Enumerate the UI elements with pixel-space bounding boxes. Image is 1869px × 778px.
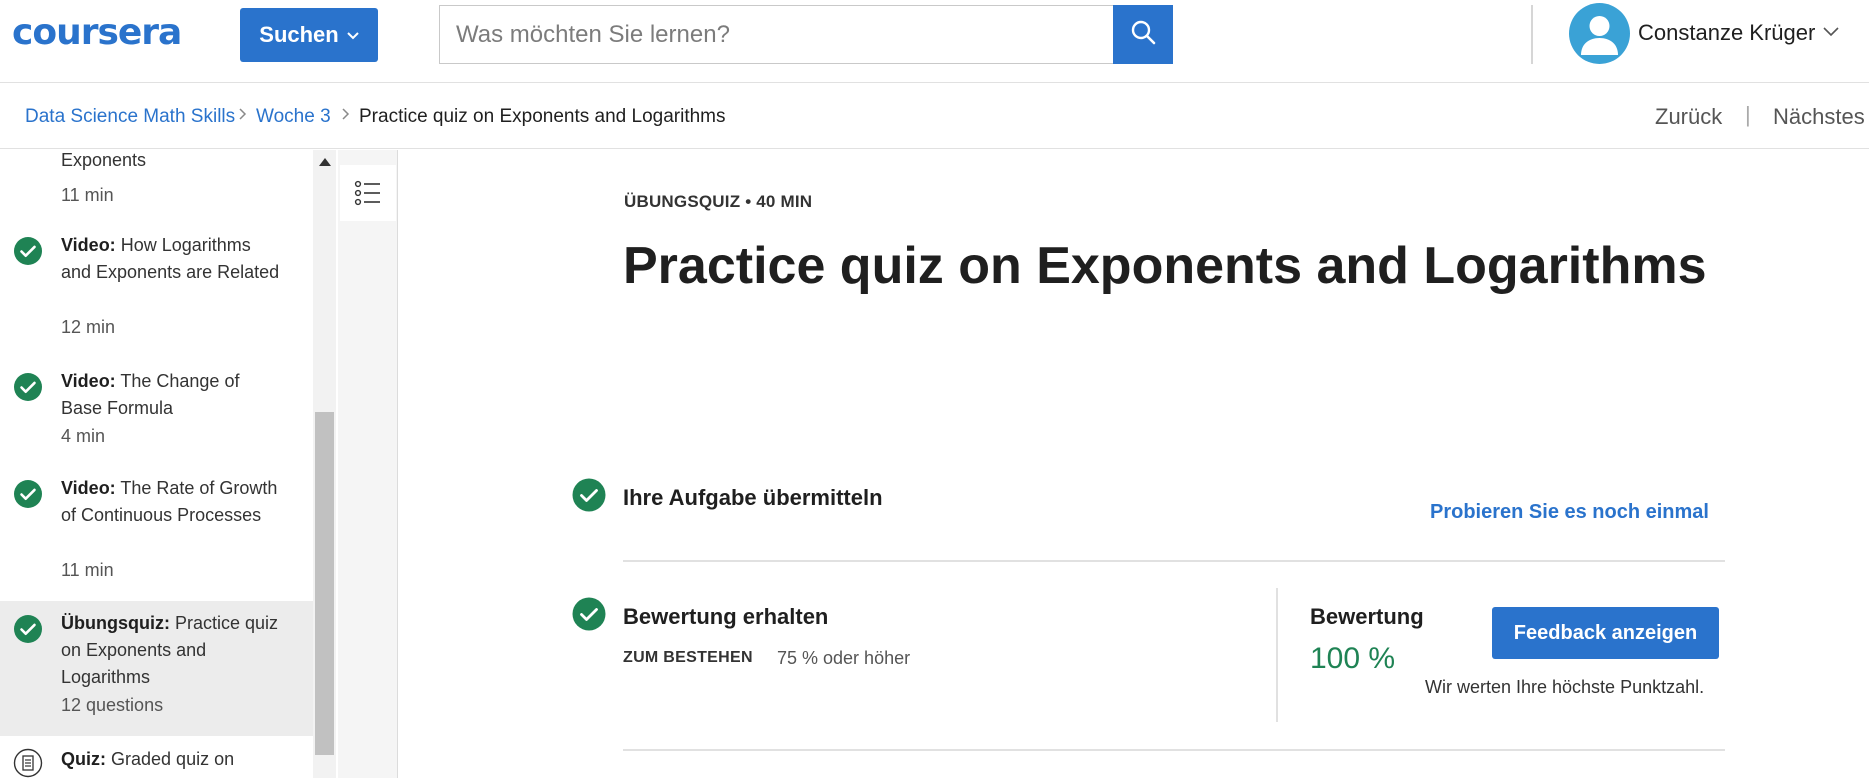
breadcrumb-week[interactable]: Woche 3: [256, 106, 331, 128]
sidebar-item-active[interactable]: Übungsquiz: Practice quiz on Exponents a…: [0, 601, 313, 736]
grade-label: Bewertung: [1310, 604, 1424, 629]
list-icon: [354, 180, 380, 206]
next-button[interactable]: Nächstes: [1773, 104, 1865, 130]
grade-value: 100 %: [1310, 642, 1396, 675]
breadcrumb-course[interactable]: Data Science Math Skills: [25, 106, 235, 128]
chevron-down-icon[interactable]: [1823, 24, 1839, 42]
user-icon: [1581, 16, 1618, 55]
search-submit-button[interactable]: [1113, 5, 1173, 64]
sidebar-item-type: Video:: [61, 235, 116, 255]
divider: [623, 749, 1725, 751]
sidebar-item[interactable]: Video: How Logarithms and Exponents are …: [0, 232, 313, 344]
sidebar-item-title: Graded quiz on: [111, 749, 235, 769]
sidebar-item-duration: 11 min: [61, 560, 114, 580]
browse-button[interactable]: Suchen: [240, 8, 378, 62]
user-name[interactable]: Constanze Krüger: [1638, 20, 1815, 46]
breadcrumb-current: Practice quiz on Exponents and Logarithm…: [359, 106, 726, 127]
sidebar-item[interactable]: Exponents 11 min: [0, 150, 313, 210]
sidebar-item-duration: 12 min: [61, 317, 116, 337]
sidebar-item-duration: 4 min: [61, 426, 106, 446]
sidebar-item-type: Video:: [61, 371, 116, 391]
check-circle-icon: [14, 373, 42, 401]
scroll-up-arrow-icon[interactable]: [319, 158, 331, 166]
divider: [623, 560, 1725, 562]
sidebar-item[interactable]: Video: The Change of Base Formula 4 min: [0, 368, 313, 458]
search-icon: [1130, 19, 1156, 50]
view-feedback-button[interactable]: Feedback anzeigen: [1492, 607, 1719, 659]
top-navbar: coursera Suchen Constanze Krüger: [0, 0, 1869, 83]
check-circle-icon: [572, 597, 606, 631]
breadcrumb: Data Science Math Skills Woche 3 Practic…: [0, 83, 1869, 149]
chevron-right-icon: [341, 105, 351, 126]
passing-label: ZUM BESTEHEN: [623, 649, 753, 666]
sidebar-item-type: Video:: [61, 478, 116, 498]
scrollbar-thumb[interactable]: [315, 412, 334, 755]
previous-button[interactable]: Zurück: [1655, 104, 1722, 130]
check-circle-icon: [14, 237, 42, 265]
chevron-right-icon: [238, 105, 248, 126]
coursera-logo[interactable]: coursera: [12, 12, 182, 53]
passing-value: 75 % oder höher: [777, 648, 911, 668]
sidebar-item[interactable]: Quiz: Graded quiz on: [0, 746, 313, 778]
quiz-document-icon: [13, 748, 43, 778]
sidebar-item-type: Übungsquiz:: [61, 613, 170, 633]
vertical-divider: [1276, 588, 1278, 722]
page-title: Practice quiz on Exponents and Logarithm…: [623, 237, 1707, 295]
sidebar-item[interactable]: Video: The Rate of Growth of Continuous …: [0, 475, 313, 587]
avatar[interactable]: [1569, 3, 1630, 64]
nav-separator: |: [1745, 102, 1751, 127]
outline-toggle-button[interactable]: [340, 165, 396, 221]
sidebar-item-title: Exponents: [61, 150, 147, 170]
chevron-down-icon: [347, 27, 359, 43]
retry-link[interactable]: Probieren Sie es noch einmal: [1430, 501, 1709, 524]
check-circle-icon: [572, 478, 606, 512]
course-outline-sidebar: Exponents 11 min Video: How Logarithms a…: [0, 150, 313, 778]
search-input[interactable]: [439, 5, 1114, 64]
grade-step-title: Bewertung erhalten: [623, 604, 829, 629]
sidebar-item-type: Quiz:: [61, 749, 106, 769]
check-circle-icon: [14, 615, 42, 643]
outline-toggle-strip: [338, 150, 398, 778]
header-divider: [1531, 5, 1533, 64]
check-circle-icon: [14, 480, 42, 508]
sidebar-item-duration: 12 questions: [61, 695, 164, 715]
highest-score-note: Wir werten Ihre höchste Punktzahl.: [1425, 677, 1705, 697]
sidebar-scrollbar[interactable]: [313, 150, 336, 778]
submit-step-title: Ihre Aufgabe übermitteln: [623, 485, 883, 510]
quiz-kicker: ÜBUNGSQUIZ • 40 MIN: [624, 192, 813, 211]
sidebar-item-duration: 11 min: [61, 185, 114, 205]
browse-button-label: Suchen: [259, 22, 339, 47]
